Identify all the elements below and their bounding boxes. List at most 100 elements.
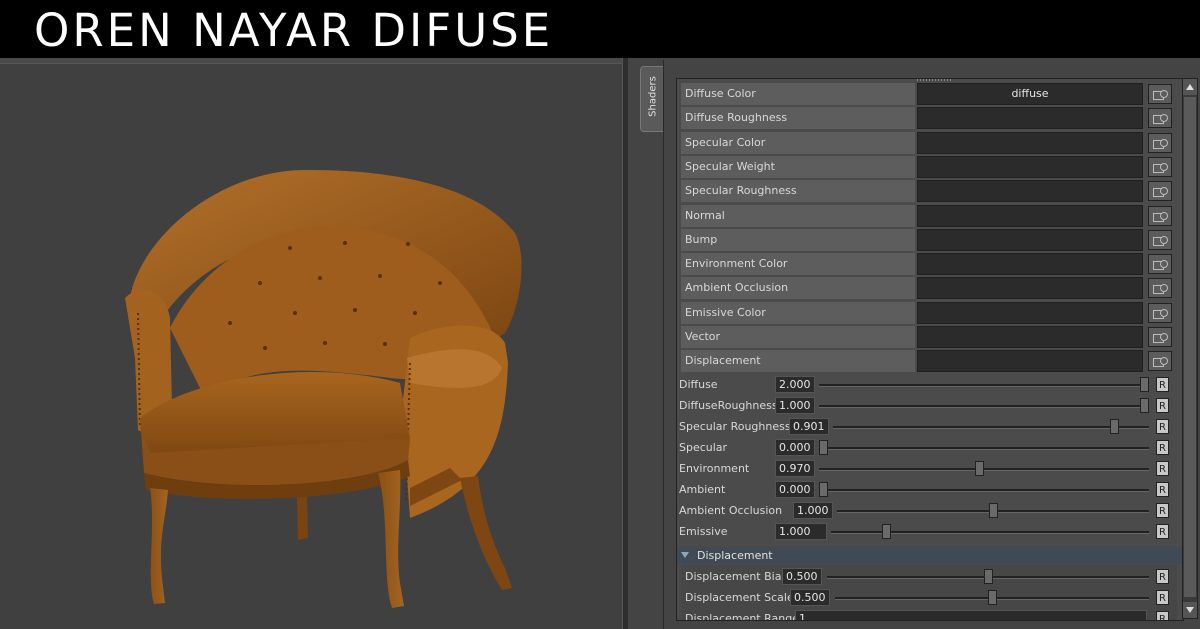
connection-field[interactable] (917, 180, 1143, 203)
map-button-icon[interactable] (1148, 254, 1172, 275)
viewport[interactable] (0, 58, 622, 629)
attribute-label: Environment Color (681, 253, 915, 276)
slider-row-diffuse: Diffuse 2.000 R (677, 374, 1183, 395)
chair-model[interactable] (110, 108, 530, 608)
slider-row-ambient-occlusion: Ambient Occlusion 1.000 R (677, 500, 1183, 521)
attribute-row-vector: Vector (681, 326, 1177, 348)
map-button-icon[interactable] (1148, 229, 1172, 250)
slider-track[interactable] (819, 405, 1149, 408)
slider-handle[interactable] (819, 482, 828, 497)
slider-label: Ambient Occlusion (679, 504, 783, 517)
connection-field[interactable] (917, 253, 1143, 276)
map-button-icon[interactable] (1148, 84, 1172, 104)
value-field[interactable]: 1 (795, 610, 1147, 620)
tab-shaders[interactable]: Shaders (640, 66, 664, 132)
slider-label: Specular Roughness (679, 420, 791, 433)
reset-button[interactable]: R (1156, 398, 1169, 413)
reset-button[interactable]: R (1156, 503, 1169, 518)
slider-handle[interactable] (819, 440, 828, 455)
slider-handle[interactable] (984, 569, 993, 584)
value-field[interactable]: 0.000 (775, 481, 815, 498)
section-grip[interactable] (917, 79, 951, 81)
reset-button[interactable]: R (1156, 590, 1169, 605)
map-button-icon[interactable] (1148, 205, 1172, 226)
attribute-row-specular-color: Specular Color (681, 131, 1177, 154)
attribute-label: Diffuse Color (681, 83, 915, 105)
slider-label: Displacement Scale (685, 591, 794, 604)
reset-button[interactable]: R (1156, 377, 1169, 392)
reset-button[interactable]: R (1156, 419, 1169, 434)
slider-handle[interactable] (975, 461, 984, 476)
connection-field[interactable] (917, 107, 1143, 130)
value-field[interactable]: 0.500 (782, 568, 822, 585)
scroll-down-icon[interactable] (1183, 602, 1197, 618)
map-button-icon[interactable] (1148, 108, 1172, 129)
connection-field[interactable] (917, 228, 1143, 251)
scroll-up-icon[interactable] (1183, 79, 1197, 95)
slider-row-ambient: Ambient 0.000 R (677, 479, 1183, 500)
value-field[interactable]: 1.000 (775, 397, 815, 414)
displacement-section-header[interactable]: Displacement (677, 547, 1183, 564)
scrollbar-thumb[interactable] (1184, 97, 1196, 597)
attribute-label: Specular Color (681, 131, 915, 154)
attribute-row-specular-weight: Specular Weight (681, 155, 1177, 178)
attribute-row-diffuse-roughness: Diffuse Roughness (681, 107, 1177, 130)
title-banner-right (603, 0, 1200, 58)
slider-track[interactable] (819, 447, 1149, 450)
connection-field[interactable] (917, 155, 1143, 178)
map-button-icon[interactable] (1148, 327, 1172, 347)
reset-button[interactable]: R (1156, 482, 1169, 497)
connection-field[interactable] (917, 277, 1143, 300)
value-field[interactable]: 0.500 (790, 589, 830, 606)
slider-track[interactable] (819, 384, 1149, 387)
connection-field[interactable]: diffuse (917, 83, 1143, 105)
map-button-icon[interactable] (1148, 181, 1172, 202)
scrollbar[interactable] (1182, 78, 1198, 619)
connection-field[interactable] (917, 131, 1143, 154)
slider-handle[interactable] (988, 590, 997, 605)
slider-row-specular-roughness: Specular Roughness 0.901 R (677, 416, 1183, 437)
value-field[interactable]: 2.000 (775, 376, 815, 393)
connection-field[interactable] (917, 204, 1143, 227)
reset-button[interactable]: R (1156, 461, 1169, 476)
connection-field[interactable] (917, 350, 1143, 373)
attribute-row-specular-roughness: Specular Roughness (681, 180, 1177, 203)
attribute-row-ambient-occlusion: Ambient Occlusion (681, 277, 1177, 300)
map-button-icon[interactable] (1148, 132, 1172, 153)
attribute-label: Specular Weight (681, 155, 915, 178)
page-title: OREN NAYAR DIFUSE (34, 4, 554, 57)
value-field[interactable]: 0.970 (775, 460, 815, 477)
slider-track[interactable] (833, 426, 1149, 429)
slider-handle[interactable] (882, 524, 891, 539)
slider-track[interactable] (819, 489, 1149, 492)
slider-label: Emissive (679, 525, 728, 538)
slider-handle[interactable] (1140, 398, 1149, 413)
slider-row-emissive: Emissive 1.000 R (677, 521, 1183, 542)
reset-button[interactable]: R (1156, 440, 1169, 455)
value-field[interactable]: 1.000 (793, 502, 833, 519)
slider-row-diffuseroughness: DiffuseRoughness 1.000 R (677, 395, 1183, 416)
reset-button[interactable]: R (1156, 569, 1169, 584)
value-field[interactable]: 0.000 (775, 439, 815, 456)
attribute-row-displacement: Displacement (681, 350, 1177, 373)
connection-field[interactable] (917, 301, 1143, 324)
slider-handle[interactable] (989, 503, 998, 518)
slider-label: Diffuse (679, 378, 718, 391)
reset-button[interactable]: R (1156, 524, 1169, 539)
value-field[interactable]: 0.901 (789, 418, 829, 435)
slider-label: Displacement Bias (685, 570, 788, 583)
shader-attributes: Diffuse Color diffuse Diffuse Roughness Spe… (676, 78, 1184, 621)
map-button-icon[interactable] (1148, 351, 1172, 372)
attribute-label: Displacement (681, 350, 915, 373)
value-field[interactable]: 1.000 (775, 523, 827, 540)
slider-handle[interactable] (1140, 377, 1149, 392)
slider-track[interactable] (819, 468, 1149, 471)
reset-button[interactable]: R (1156, 611, 1169, 620)
map-button-icon[interactable] (1148, 302, 1172, 323)
slider-row-specular: Specular 0.000 R (677, 437, 1183, 458)
map-button-icon[interactable] (1148, 156, 1172, 177)
slider-track[interactable] (831, 531, 1149, 534)
slider-handle[interactable] (1110, 419, 1119, 434)
map-button-icon[interactable] (1148, 278, 1172, 299)
connection-field[interactable] (917, 326, 1143, 348)
